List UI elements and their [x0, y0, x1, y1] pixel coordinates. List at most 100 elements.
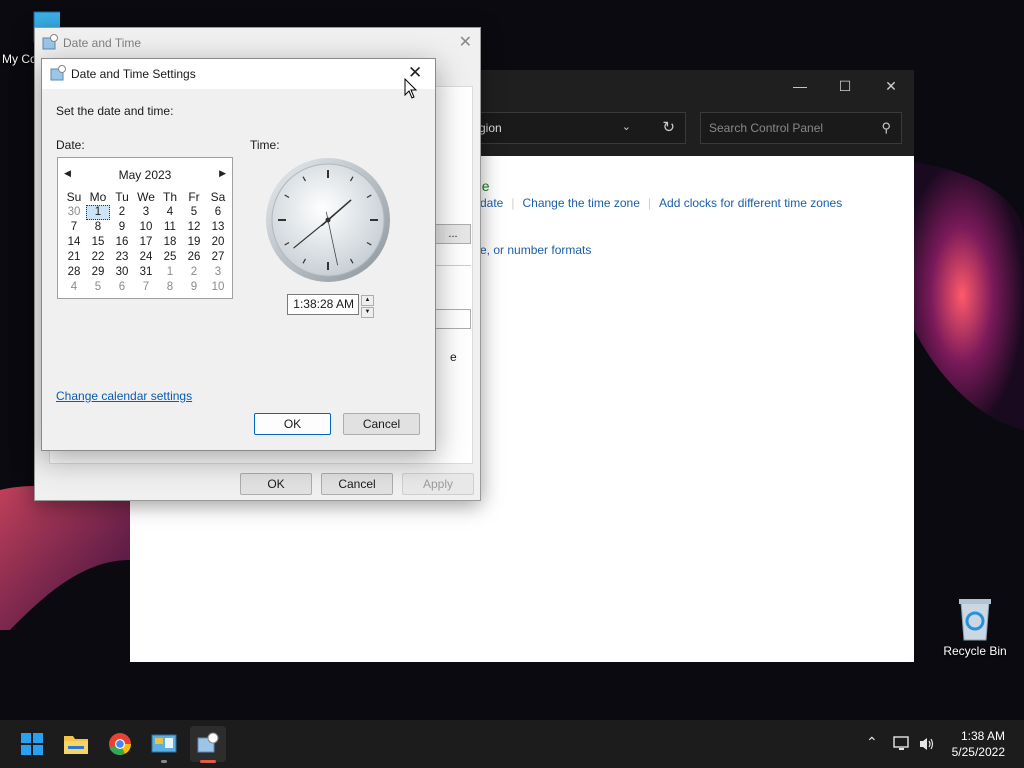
calendar-day[interactable]: 3: [134, 205, 158, 220]
calendar-day[interactable]: 21: [62, 250, 86, 265]
time-input[interactable]: 1:38:28 AM: [287, 294, 359, 315]
calendar-day[interactable]: 18: [158, 235, 182, 250]
calendar-day[interactable]: 22: [86, 250, 110, 265]
chrome-taskbar-button[interactable]: [102, 726, 138, 762]
calendar-day[interactable]: 1: [158, 265, 182, 280]
calendar-day[interactable]: 5: [86, 280, 110, 295]
set-date-link[interactable]: date: [480, 196, 503, 210]
calendar-day[interactable]: 9: [110, 220, 134, 235]
calendar-day[interactable]: 27: [206, 250, 230, 265]
calendar-day[interactable]: 26: [182, 250, 206, 265]
calendar-week-row: 28 29 30 31 1 2 3: [62, 265, 230, 280]
control-panel-icon: [151, 734, 177, 753]
recycle-bin-label: Recycle Bin: [943, 644, 1007, 658]
calendar-day[interactable]: 19: [182, 235, 206, 250]
calendar-day[interactable]: 17: [134, 235, 158, 250]
calendar-day[interactable]: 9: [182, 280, 206, 295]
search-icon[interactable]: ⚲: [881, 120, 891, 136]
ok-button[interactable]: OK: [240, 473, 312, 495]
calendar-day[interactable]: 10: [134, 220, 158, 235]
calendar-day[interactable]: 2: [110, 205, 134, 220]
chrome-icon: [109, 733, 131, 756]
change-time-zone-link[interactable]: Change the time zone: [522, 196, 639, 210]
file-explorer-icon: [64, 736, 88, 754]
address-field[interactable]: gion ⌄ ↻: [470, 112, 686, 144]
calendar-day-selected[interactable]: 1: [86, 205, 110, 220]
analog-clock: [266, 158, 390, 282]
refresh-icon[interactable]: ↻: [662, 118, 675, 136]
calendar-day[interactable]: 30: [62, 205, 86, 220]
calendar-day[interactable]: 6: [110, 280, 134, 295]
calendar-day[interactable]: 4: [158, 205, 182, 220]
start-icon: [21, 733, 43, 755]
time-zone-button[interactable]: [435, 309, 471, 329]
address-text: gion: [479, 121, 502, 135]
calendar-week-row: 21 22 23 24 25 26 27: [62, 250, 230, 265]
calendar-day[interactable]: 15: [86, 235, 110, 250]
link-separator: |: [511, 196, 515, 210]
close-icon[interactable]: ✕: [459, 32, 472, 52]
change-date-time-button[interactable]: ...: [435, 224, 471, 244]
calendar-week-row: 7 8 9 10 11 12 13: [62, 220, 230, 235]
calendar-day[interactable]: 29: [86, 265, 110, 280]
cancel-button[interactable]: Cancel: [343, 413, 420, 435]
spin-up-icon[interactable]: ▲: [361, 295, 374, 306]
date-time-taskbar-button[interactable]: [190, 726, 226, 763]
show-hidden-icons-chevron-icon[interactable]: ⌃: [866, 734, 878, 751]
settings-title: Date and Time Settings: [71, 67, 196, 81]
calendar-grid: Su Mo Tu We Th Fr Sa 30 1 2 3 4 5 6 7 8 9 10 11 12 13 14 15 16 1…: [62, 190, 230, 295]
time-label: Time:: [250, 138, 280, 152]
date-time-icon: [42, 34, 58, 50]
calendar-day[interactable]: 25: [158, 250, 182, 265]
weekday-label: Su: [66, 190, 82, 204]
cancel-button[interactable]: Cancel: [321, 473, 393, 495]
calendar-week-row: 30 1 2 3 4 5 6: [62, 205, 230, 220]
calendar-day[interactable]: 12: [182, 220, 206, 235]
ok-button[interactable]: OK: [254, 413, 331, 435]
weekday-header: Su Mo Tu We Th Fr Sa: [62, 190, 230, 205]
calendar-day[interactable]: 5: [182, 205, 206, 220]
running-indicator: [161, 760, 167, 763]
calendar-day[interactable]: 7: [134, 280, 158, 295]
file-explorer-taskbar-button[interactable]: [58, 726, 94, 762]
calendar-day[interactable]: 8: [158, 280, 182, 295]
calendar-day[interactable]: 7: [62, 220, 86, 235]
spin-down-icon[interactable]: ▼: [361, 307, 374, 318]
close-button[interactable]: ✕: [876, 76, 906, 96]
add-clocks-link[interactable]: Add clocks for different time zones: [659, 196, 842, 210]
calendar-day[interactable]: 4: [62, 280, 86, 295]
calendar-day[interactable]: 11: [158, 220, 182, 235]
calendar-day[interactable]: 8: [86, 220, 110, 235]
calendar-day[interactable]: 23: [110, 250, 134, 265]
divider: [435, 265, 471, 266]
volume-icon[interactable]: [918, 736, 936, 752]
search-input[interactable]: Search Control Panel ⚲: [700, 112, 902, 144]
network-icon[interactable]: [893, 736, 911, 752]
calendar-day[interactable]: 31: [134, 265, 158, 280]
calendar-day[interactable]: 2: [182, 265, 206, 280]
calendar-day[interactable]: 16: [110, 235, 134, 250]
calendar-day[interactable]: 20: [206, 235, 230, 250]
minimize-button[interactable]: —: [785, 76, 815, 96]
calendar-day[interactable]: 13: [206, 220, 230, 235]
chevron-down-icon[interactable]: ⌄: [622, 120, 631, 133]
region-formats-link[interactable]: e, or number formats: [480, 243, 591, 257]
control-panel-taskbar-button[interactable]: [146, 726, 182, 763]
calendar-day[interactable]: 24: [134, 250, 158, 265]
recycle-bin-desktop-icon[interactable]: Recycle Bin: [937, 596, 1013, 658]
maximize-button[interactable]: ☐: [830, 76, 860, 96]
calendar-day[interactable]: 10: [206, 280, 230, 295]
calendar-day[interactable]: 6: [206, 205, 230, 220]
calendar-month-label[interactable]: May 2023: [58, 168, 232, 182]
start-button[interactable]: [14, 726, 50, 762]
calendar-day[interactable]: 3: [206, 265, 230, 280]
settings-titlebar: Date and Time Settings ✕: [42, 59, 435, 89]
calendar-day[interactable]: 14: [62, 235, 86, 250]
calendar-day[interactable]: 28: [62, 265, 86, 280]
weekday-label: Tu: [115, 190, 129, 204]
apply-button[interactable]: Apply: [402, 473, 474, 495]
calendar-day[interactable]: 30: [110, 265, 134, 280]
next-month-icon[interactable]: ▶: [219, 168, 226, 179]
taskbar-clock[interactable]: 1:38 AM 5/25/2022: [952, 728, 1005, 760]
change-calendar-settings-link[interactable]: Change calendar settings: [56, 389, 192, 403]
